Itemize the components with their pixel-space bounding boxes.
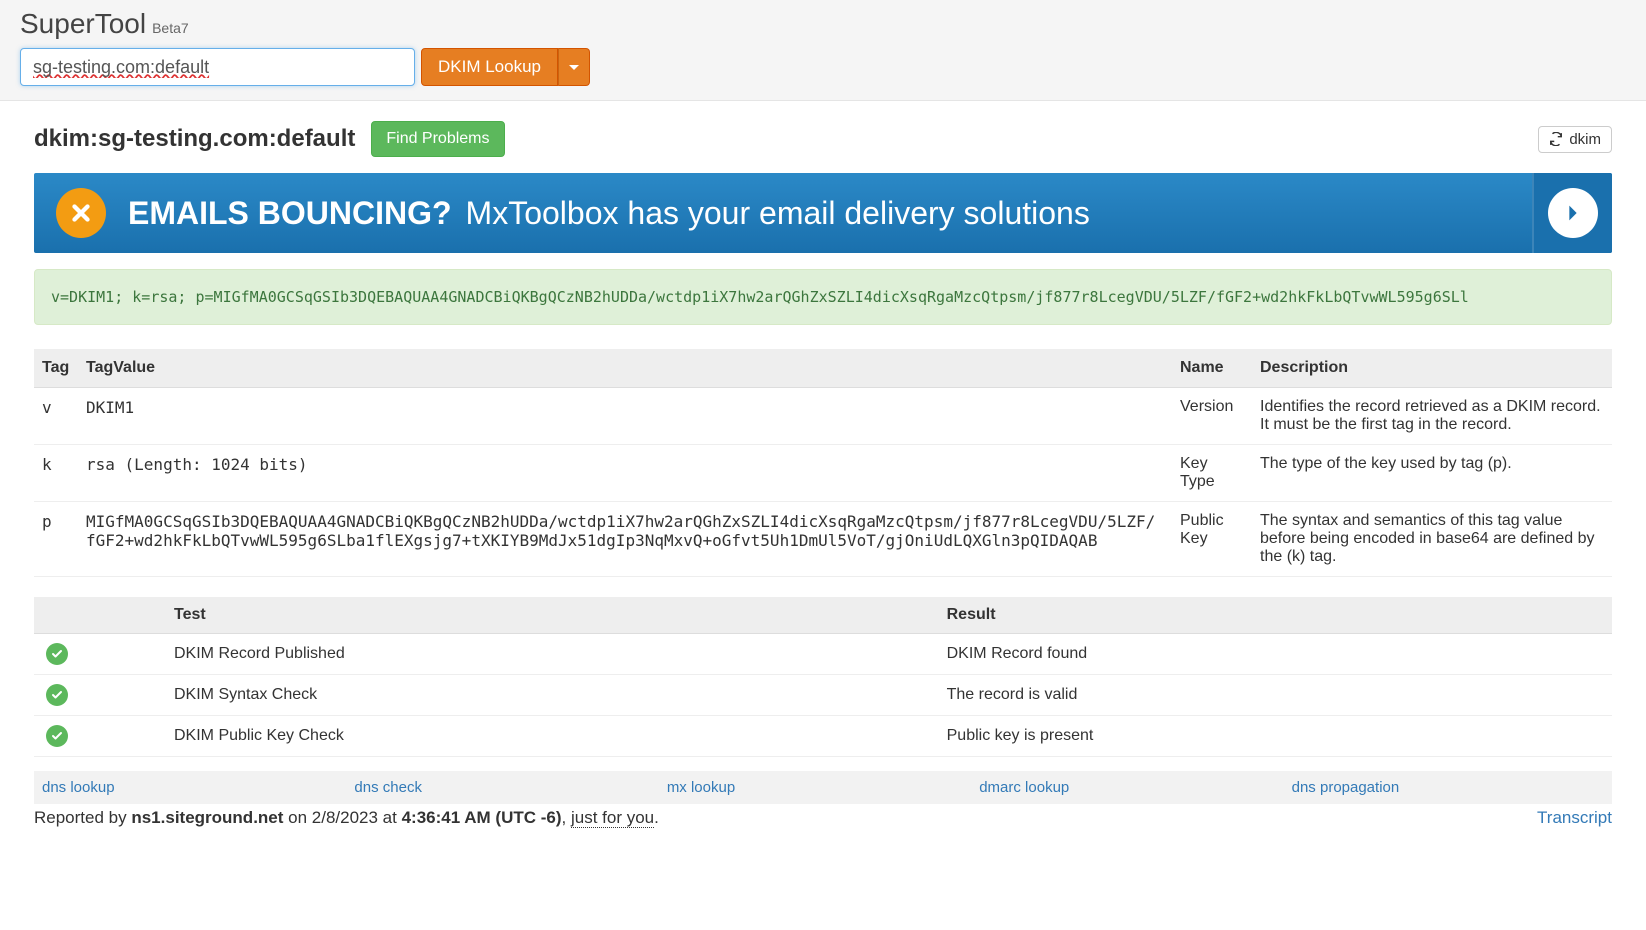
footer-server: ns1.siteground.net — [131, 808, 283, 827]
table-row: v DKIM1 Version Identifies the record re… — [34, 388, 1612, 445]
lookup-button[interactable]: DKIM Lookup — [421, 48, 558, 86]
cell-tagvalue: DKIM1 — [78, 388, 1172, 445]
th-name: Name — [1172, 349, 1252, 388]
table-row: DKIM Record Published DKIM Record found — [34, 634, 1612, 675]
chevron-down-icon — [569, 65, 579, 70]
domain-input[interactable] — [20, 48, 415, 86]
check-icon — [46, 643, 68, 665]
related-links: dns lookup dns check mx lookup dmarc loo… — [34, 771, 1612, 804]
check-icon — [46, 684, 68, 706]
lookup-dropdown-button[interactable] — [558, 48, 590, 86]
promo-banner[interactable]: EMAILS BOUNCING? MxToolbox has your emai… — [34, 173, 1612, 253]
close-banner-icon[interactable] — [56, 188, 106, 238]
th-description: Description — [1252, 349, 1612, 388]
cell-tag: v — [34, 388, 78, 445]
link-dns-check[interactable]: dns check — [354, 779, 666, 796]
cell-name: Public Key — [1172, 502, 1252, 577]
th-tagvalue: TagValue — [78, 349, 1172, 388]
th-tag: Tag — [34, 349, 78, 388]
cell-desc: The type of the key used by tag (p). — [1252, 445, 1612, 502]
transcript-link[interactable]: Transcript — [1537, 808, 1612, 828]
beta-badge: Beta7 — [152, 20, 189, 36]
link-dns-propagation[interactable]: dns propagation — [1292, 779, 1604, 796]
link-dns-lookup[interactable]: dns lookup — [42, 779, 354, 796]
table-row: k rsa (Length: 1024 bits) Key Type The t… — [34, 445, 1612, 502]
th-test: Test — [162, 597, 935, 634]
cell-tagvalue: rsa (Length: 1024 bits) — [78, 445, 1172, 502]
dkim-record-box: v=DKIM1; k=rsa; p=MIGfMA0GCSqGSIb3DQEBAQ… — [34, 269, 1612, 325]
refresh-icon — [1549, 132, 1563, 146]
cell-tag: p — [34, 502, 78, 577]
footer-report: Reported by ns1.siteground.net on 2/8/20… — [34, 808, 659, 828]
banner-sub: MxToolbox has your email delivery soluti… — [466, 195, 1090, 232]
th-result: Result — [935, 597, 1612, 634]
link-mx-lookup[interactable]: mx lookup — [667, 779, 979, 796]
banner-heading: EMAILS BOUNCING? — [128, 195, 452, 232]
table-row: p MIGfMA0GCSqGSIb3DQEBAQUAA4GNADCBiQKBgQ… — [34, 502, 1612, 577]
result-title: dkim:sg-testing.com:default — [34, 125, 355, 153]
app-title: SuperTool — [20, 8, 146, 40]
link-dmarc-lookup[interactable]: dmarc lookup — [979, 779, 1291, 796]
find-problems-button[interactable]: Find Problems — [371, 121, 504, 157]
check-icon — [46, 725, 68, 747]
cell-tagvalue: MIGfMA0GCSqGSIb3DQEBAQUAA4GNADCBiQKBgQCz… — [78, 502, 1172, 577]
just-for-you-link[interactable]: just for you — [571, 808, 654, 828]
cell-name: Version — [1172, 388, 1252, 445]
tests-table: Test Result DKIM Record Published DKIM R… — [34, 597, 1612, 757]
cell-result: Public key is present — [935, 716, 1612, 757]
cell-test: DKIM Public Key Check — [162, 716, 935, 757]
cell-result: DKIM Record found — [935, 634, 1612, 675]
refresh-dkim-button[interactable]: dkim — [1538, 126, 1612, 153]
banner-next-icon[interactable] — [1548, 188, 1598, 238]
cell-test: DKIM Syntax Check — [162, 675, 935, 716]
table-row: DKIM Syntax Check The record is valid — [34, 675, 1612, 716]
table-row: DKIM Public Key Check Public key is pres… — [34, 716, 1612, 757]
th-status — [34, 597, 162, 634]
cell-name: Key Type — [1172, 445, 1252, 502]
cell-desc: The syntax and semantics of this tag val… — [1252, 502, 1612, 577]
cell-result: The record is valid — [935, 675, 1612, 716]
refresh-label: dkim — [1569, 131, 1601, 148]
header-bar: SuperTool Beta7 DKIM Lookup — [0, 0, 1646, 101]
cell-test: DKIM Record Published — [162, 634, 935, 675]
tag-table: Tag TagValue Name Description v DKIM1 Ve… — [34, 349, 1612, 577]
cell-desc: Identifies the record retrieved as a DKI… — [1252, 388, 1612, 445]
cell-tag: k — [34, 445, 78, 502]
footer-time: 4:36:41 AM (UTC -6) — [402, 808, 562, 827]
